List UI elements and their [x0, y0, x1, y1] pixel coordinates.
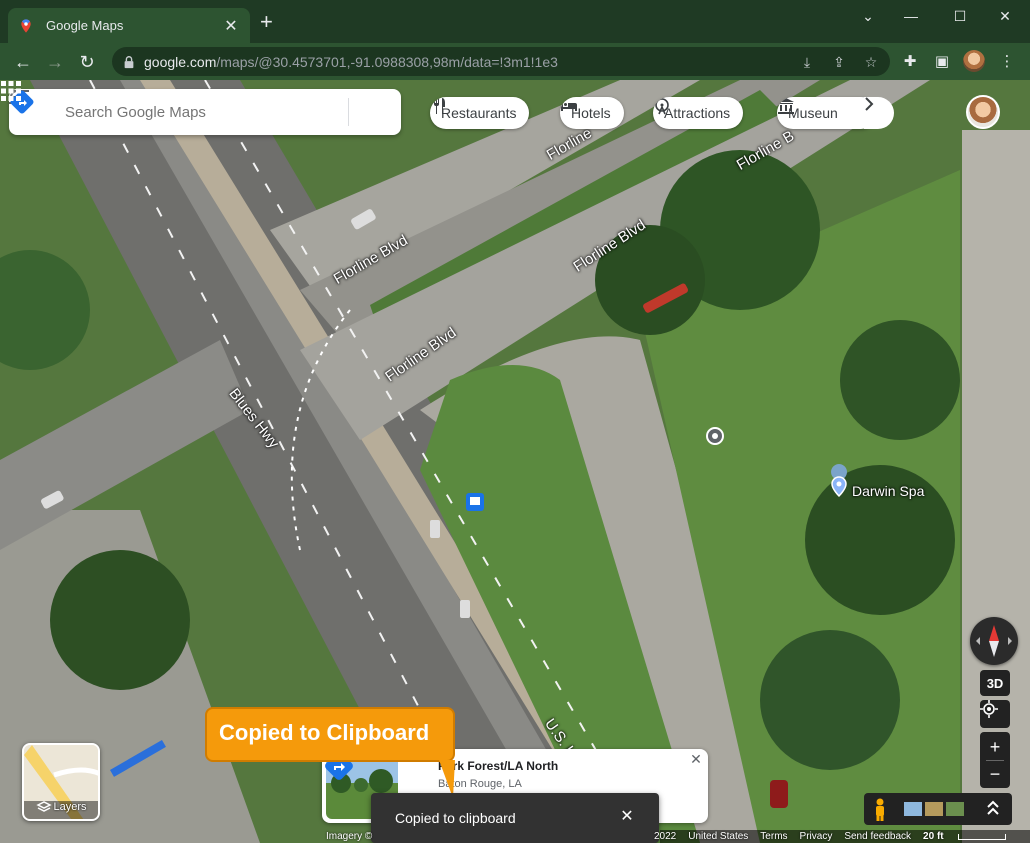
museum-icon [778, 98, 794, 114]
zoom-out-button[interactable]: − [990, 761, 1001, 787]
footer-links: 2022 United States Terms Privacy Send fe… [648, 830, 950, 843]
satellite-imagery [0, 80, 1030, 843]
address-bar[interactable]: google.com/maps/@30.4573701,-91.0988308,… [112, 47, 890, 76]
footer-privacy-link[interactable]: Privacy [794, 831, 839, 842]
copied-callout-bubble: Copied to Clipboard [205, 707, 455, 762]
ferris-wheel-icon [655, 98, 669, 115]
browser-tabstrip: Google Maps ✕ + ⌄ — ☐ ✕ [0, 0, 1030, 43]
compass-needle-icon [976, 625, 1012, 657]
reload-icon[interactable]: ↻ [75, 50, 99, 74]
google-apps-grid-icon[interactable] [0, 80, 22, 102]
callout-text: Copied to Clipboard [219, 720, 430, 745]
google-maps-icon [21, 18, 31, 33]
toast-close-icon[interactable]: ✕ [617, 807, 637, 827]
chrome-menu-icon[interactable]: ⋮ [997, 52, 1017, 72]
scale-label[interactable]: 20 ft [917, 831, 950, 842]
pegman-and-thumbnails [876, 798, 999, 821]
url-text: google.com/maps/@30.4573701,-91.0988308,… [144, 53, 558, 70]
directions-icon[interactable] [10, 89, 401, 135]
footer-feedback-link[interactable]: Send feedback [838, 831, 917, 842]
chip-museums[interactable]: Museun [777, 97, 877, 129]
new-tab-button[interactable]: + [260, 11, 273, 33]
install-app-icon[interactable]: ⤓ [798, 53, 816, 71]
chip-attractions[interactable]: Attractions [653, 97, 744, 129]
extensions-puzzle-icon[interactable]: ✚ [900, 52, 920, 72]
close-window-button[interactable]: ✕ [990, 6, 1020, 28]
account-avatar[interactable] [966, 95, 1000, 129]
tab-title: Google Maps [46, 18, 124, 33]
lock-icon [124, 55, 134, 68]
back-arrow-icon[interactable]: ← [11, 50, 35, 74]
scale-bar[interactable] [958, 834, 1006, 840]
poi-label-darwin-spa[interactable]: Darwin Spa [852, 483, 924, 499]
browser-tab-google-maps[interactable]: Google Maps ✕ [8, 8, 250, 43]
share-icon[interactable]: ⇪ [830, 53, 848, 71]
my-location-icon [980, 700, 998, 718]
chip-restaurants[interactable]: Restaurants [430, 97, 530, 129]
snackbar-toast: Copied to clipboard ✕ [371, 793, 659, 843]
search-input[interactable] [65, 103, 308, 121]
footer-year: 2022 [654, 831, 677, 842]
footer-imagery: Imagery © [320, 830, 378, 843]
3d-toggle-button[interactable]: 3D [980, 670, 1010, 696]
chip-hotels[interactable]: Hotels [560, 97, 624, 129]
layers-button[interactable]: Layers [22, 743, 100, 821]
tab-close-icon[interactable]: ✕ [222, 16, 240, 36]
restaurant-fork-knife-icon [434, 98, 445, 114]
imagery-strip [864, 793, 1012, 825]
map-canvas[interactable]: Florline Blvd Florline Blvd Florline Blv… [0, 80, 1030, 843]
layers-label: Layers [53, 801, 87, 813]
imagery-attribution: Imagery © [326, 831, 373, 842]
close-icon[interactable]: ✕ [688, 751, 704, 767]
footer-country[interactable]: United States [682, 831, 754, 842]
side-panel-icon[interactable]: ▣ [932, 52, 952, 72]
search-box [9, 89, 401, 135]
my-location-button[interactable] [980, 700, 1010, 728]
toast-message: Copied to clipboard [395, 810, 516, 826]
zoom-controls: + − [980, 732, 1010, 788]
forward-arrow-icon[interactable]: → [43, 50, 67, 74]
bed-icon [561, 101, 577, 111]
browser-toolbar: ← → ↻ google.com/maps/@30.4573701,-91.09… [0, 43, 1030, 80]
minimize-button[interactable]: — [896, 6, 926, 28]
zoom-in-button[interactable]: + [990, 734, 1001, 760]
footer-terms-link[interactable]: Terms [754, 831, 793, 842]
tab-search-icon[interactable]: ⌄ [853, 6, 883, 28]
bookmark-star-icon[interactable]: ☆ [862, 53, 880, 71]
profile-avatar[interactable] [963, 50, 985, 72]
maximize-button[interactable]: ☐ [945, 6, 975, 28]
compass-control[interactable] [970, 617, 1018, 665]
search-icon[interactable] [10, 89, 348, 135]
